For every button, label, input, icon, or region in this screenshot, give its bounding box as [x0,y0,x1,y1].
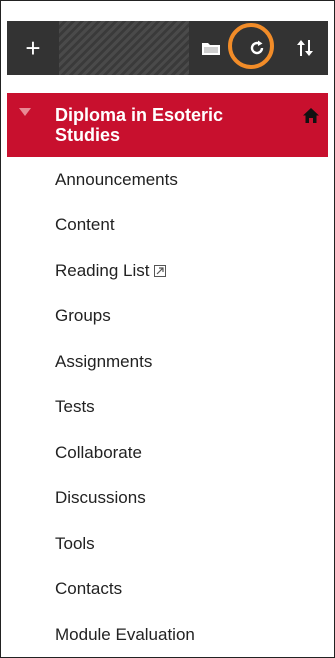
menu-item-label: Tools [55,533,95,553]
menu-item-announcements[interactable]: Announcements [7,157,328,203]
menu-item-label: Module Evaluation [55,624,195,644]
menu-item-label: Reading List [55,260,150,280]
menu-item-discussions[interactable]: Discussions [7,476,328,522]
folder-view-button[interactable] [189,21,233,75]
course-menu-toolbar: + [7,21,328,75]
add-menu-item-button[interactable]: + [7,21,59,75]
menu-item-content[interactable]: Content [7,203,328,249]
menu-item-tests[interactable]: Tests [7,385,328,431]
collapse-triangle-icon[interactable] [19,108,31,116]
refresh-icon [250,40,264,55]
course-title-header[interactable]: Diploma in Esoteric Studies [7,93,328,157]
refresh-button[interactable] [233,21,281,75]
menu-item-label: Assignments [55,351,153,371]
menu-item-contacts[interactable]: Contacts [7,567,328,613]
reorder-button[interactable] [281,21,328,75]
menu-item-groups[interactable]: Groups [7,294,328,340]
menu-item-label: Tests [55,397,95,417]
menu-item-module-evaluation[interactable]: Module Evaluation [7,612,328,657]
home-icon[interactable] [302,107,320,125]
menu-item-label: Collaborate [55,442,142,462]
menu-item-tools[interactable]: Tools [7,521,328,567]
menu-item-reading-list[interactable]: Reading List [7,248,328,294]
menu-item-label: Announcements [55,169,178,189]
menu-item-label: Discussions [55,488,146,508]
menu-item-collaborate[interactable]: Collaborate [7,430,328,476]
menu-item-assignments[interactable]: Assignments [7,339,328,385]
sort-arrows-icon [296,40,313,56]
course-menu-panel: + Diploma in Esoteric Studies Announceme… [0,0,335,658]
menu-item-label: Content [55,215,115,235]
menu-item-label: Contacts [55,579,123,599]
course-menu-list: Announcements Content Reading List Group… [7,157,328,657]
external-link-icon [153,264,166,277]
course-title: Diploma in Esoteric Studies [55,105,224,145]
plus-icon: + [25,33,41,63]
menu-item-label: Groups [55,306,111,326]
folder-icon [202,43,220,55]
toolbar-spacer [59,21,189,75]
